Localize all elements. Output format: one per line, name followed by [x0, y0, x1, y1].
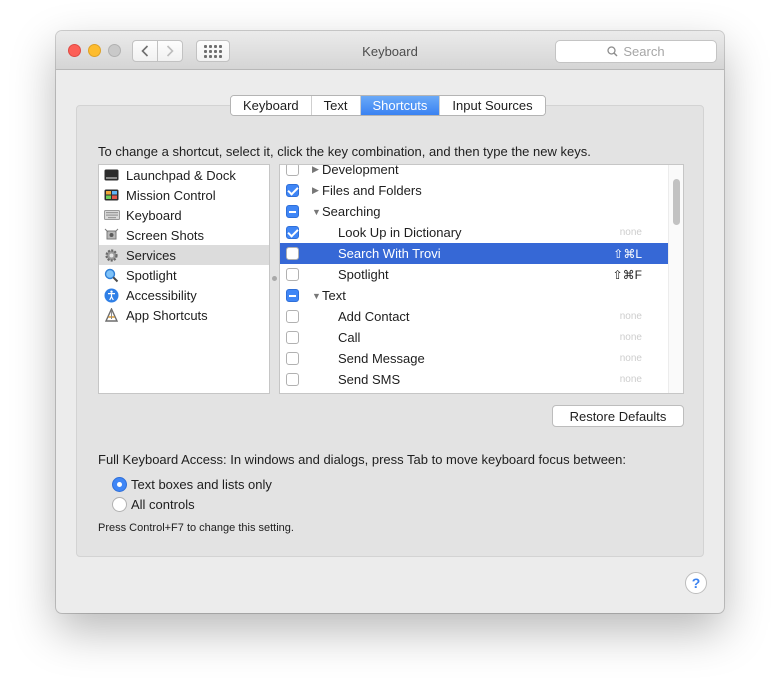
tab-bar: Keyboard Text Shortcuts Input Sources	[230, 95, 546, 116]
service-shortcut[interactable]: ⇧⌘F	[613, 268, 642, 282]
category-label: Launchpad & Dock	[126, 167, 236, 183]
gear-icon	[103, 247, 120, 263]
service-label: Call	[338, 330, 361, 345]
mission-control-icon	[103, 187, 120, 203]
category-label: Spotlight	[126, 267, 177, 283]
radio-button[interactable]	[112, 496, 127, 512]
service-checkbox[interactable]	[286, 184, 299, 197]
category-services[interactable]: Services	[99, 245, 269, 265]
service-group-text[interactable]: ▼ Text	[280, 285, 668, 306]
radio-all-controls[interactable]: All controls	[112, 495, 195, 513]
category-screen-shots[interactable]: Screen Shots	[99, 225, 269, 245]
service-shortcut[interactable]: ⇧⌘L	[613, 247, 642, 261]
service-checkbox[interactable]	[286, 352, 299, 365]
service-checkbox[interactable]	[286, 331, 299, 344]
spotlight-icon	[103, 267, 120, 283]
service-label: Search With Trovi	[338, 246, 441, 261]
service-group-searching[interactable]: ▼ Searching	[280, 201, 668, 222]
service-label: Files and Folders	[322, 183, 422, 198]
service-send-message[interactable]: Send Message none	[280, 348, 668, 369]
service-checkbox[interactable]	[286, 268, 299, 281]
disclosure-triangle-expanded-icon[interactable]: ▼	[312, 207, 321, 217]
service-label: Send Message	[338, 351, 425, 366]
category-label: Screen Shots	[126, 227, 205, 243]
split-view-handle[interactable]	[272, 276, 277, 281]
service-label: Development	[322, 164, 399, 177]
service-checkbox[interactable]	[286, 247, 299, 260]
accessibility-icon	[103, 287, 120, 303]
category-app-shortcuts[interactable]: App Shortcuts	[99, 305, 269, 325]
service-checkbox[interactable]	[286, 373, 299, 386]
keyboard-access-hint: Press Control+F7 to change this setting.	[98, 522, 294, 534]
help-button[interactable]: ?	[685, 572, 707, 594]
category-label: App Shortcuts	[126, 307, 208, 323]
tab-input-sources[interactable]: Input Sources	[440, 96, 545, 115]
service-checkbox[interactable]	[286, 289, 299, 302]
search-icon	[607, 46, 618, 57]
service-call[interactable]: Call none	[280, 327, 668, 348]
service-label: Spotlight	[338, 267, 389, 282]
category-accessibility[interactable]: Accessibility	[99, 285, 269, 305]
vertical-scrollbar[interactable]	[668, 165, 683, 393]
full-keyboard-access-label: Full Keyboard Access: In windows and dia…	[98, 452, 626, 467]
service-checkbox[interactable]	[286, 165, 299, 176]
service-group-development[interactable]: ▶ Development	[280, 164, 668, 180]
keyboard-icon	[103, 207, 120, 223]
category-label: Keyboard	[126, 207, 182, 223]
service-search-with-trovi[interactable]: Search With Trovi ⇧⌘L	[280, 243, 668, 264]
service-checkbox[interactable]	[286, 310, 299, 323]
service-send-sms[interactable]: Send SMS none	[280, 369, 668, 390]
service-shortcut[interactable]: none	[620, 353, 642, 364]
service-label: Text	[322, 288, 346, 303]
launchpad-icon	[103, 167, 120, 183]
service-label: Searching	[322, 204, 381, 219]
radio-label: Text boxes and lists only	[131, 476, 272, 492]
category-spotlight[interactable]: Spotlight	[99, 265, 269, 285]
service-look-up-dictionary[interactable]: Look Up in Dictionary none	[280, 222, 668, 243]
services-shortcut-list: ▶ Development ▶ Files and Folders ▼ Sear…	[279, 164, 684, 394]
tab-text[interactable]: Text	[311, 96, 361, 115]
category-label: Services	[126, 247, 176, 263]
restore-defaults-button[interactable]: Restore Defaults	[552, 405, 684, 427]
service-spotlight[interactable]: Spotlight ⇧⌘F	[280, 264, 668, 285]
disclosure-triangle-collapsed-icon[interactable]: ▶	[312, 165, 319, 175]
category-mission-control[interactable]: Mission Control	[99, 185, 269, 205]
search-field[interactable]: Search	[555, 40, 717, 63]
category-launchpad-dock[interactable]: Launchpad & Dock	[99, 165, 269, 185]
disclosure-triangle-expanded-icon[interactable]: ▼	[312, 291, 321, 301]
radio-text-boxes-lists[interactable]: Text boxes and lists only	[112, 475, 272, 493]
service-shortcut[interactable]: none	[620, 227, 642, 238]
shortcut-category-list: Launchpad & Dock Mission Control Keyboar…	[98, 164, 270, 394]
service-shortcut[interactable]: none	[620, 332, 642, 343]
app-shortcuts-icon	[103, 307, 120, 323]
tab-keyboard[interactable]: Keyboard	[231, 96, 312, 115]
radio-label: All controls	[131, 496, 195, 512]
tab-shortcuts[interactable]: Shortcuts	[360, 96, 441, 115]
service-group-files-folders[interactable]: ▶ Files and Folders	[280, 180, 668, 201]
category-label: Mission Control	[126, 187, 216, 203]
search-placeholder: Search	[623, 44, 665, 59]
service-checkbox[interactable]	[286, 226, 299, 239]
radio-button[interactable]	[112, 476, 127, 492]
service-shortcut[interactable]: none	[620, 311, 642, 322]
category-label: Accessibility	[126, 287, 197, 303]
service-label: Send SMS	[338, 372, 401, 387]
title-bar: Keyboard Search	[56, 31, 724, 70]
scrollbar-thumb[interactable]	[673, 179, 680, 225]
service-checkbox[interactable]	[286, 205, 299, 218]
screenshot-icon	[103, 227, 120, 243]
instruction-text: To change a shortcut, select it, click t…	[98, 144, 591, 159]
service-label: Add Contact	[338, 309, 410, 324]
category-keyboard[interactable]: Keyboard	[99, 205, 269, 225]
service-label: Look Up in Dictionary	[338, 225, 462, 240]
service-add-contact[interactable]: Add Contact none	[280, 306, 668, 327]
disclosure-triangle-collapsed-icon[interactable]: ▶	[312, 185, 319, 196]
keyboard-preferences-window: Keyboard Search Keyboard Text Shortcuts …	[56, 31, 724, 613]
service-shortcut[interactable]: none	[620, 374, 642, 385]
